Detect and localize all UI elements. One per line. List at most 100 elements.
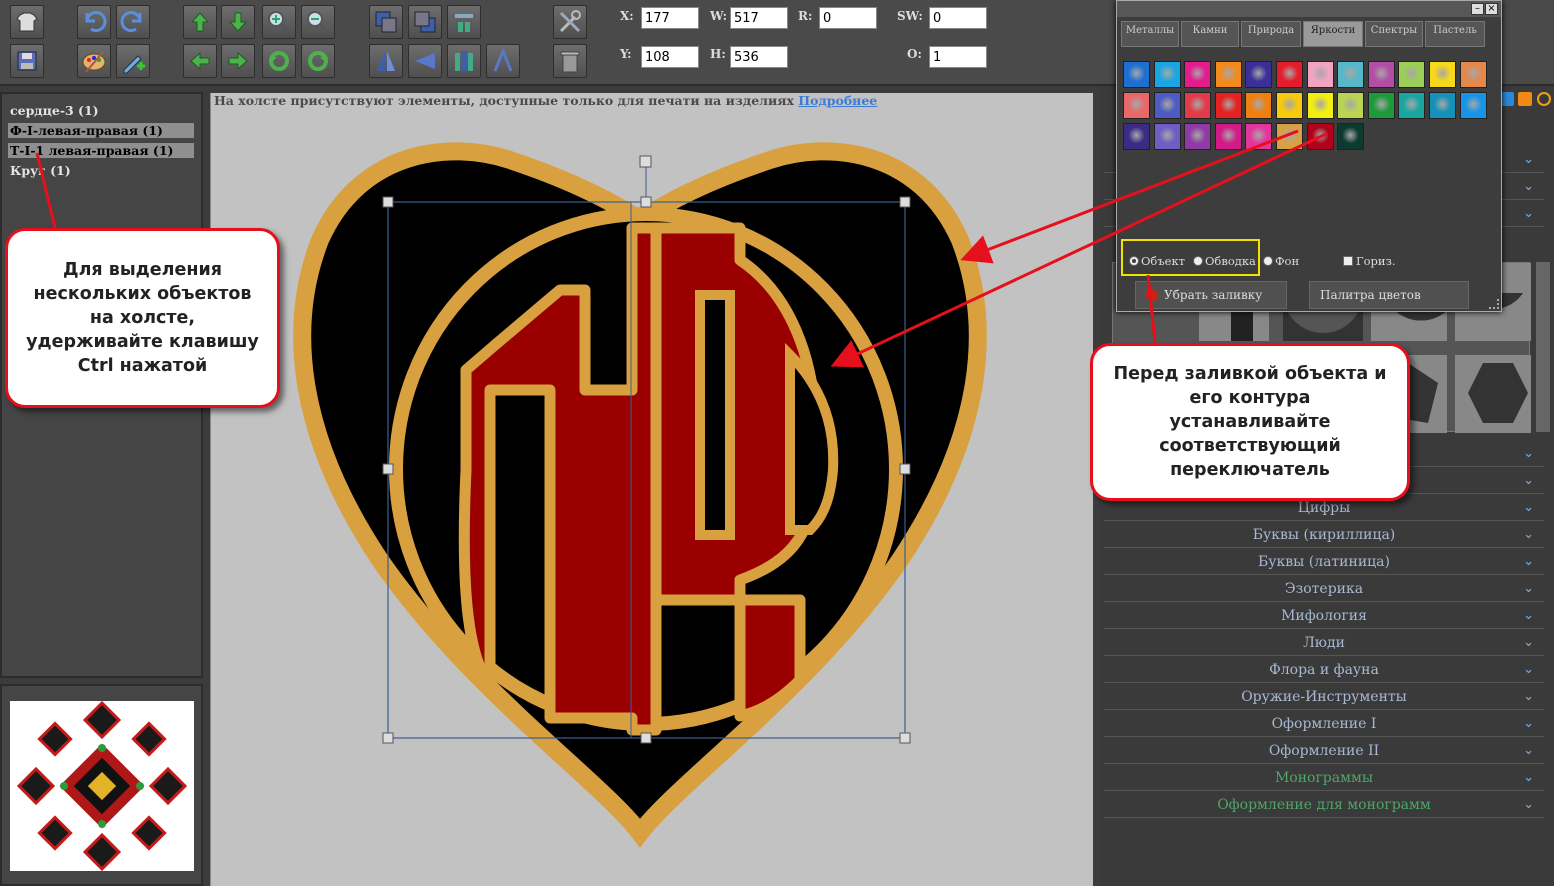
radio-background[interactable]: Фон <box>1263 254 1299 268</box>
category-people[interactable]: Люди ⌄ <box>1104 630 1544 656</box>
chevron-down-icon: ⌄ <box>1523 152 1534 167</box>
color-swatch[interactable] <box>1398 92 1426 119</box>
category-esoterics[interactable]: Эзотерика ⌄ <box>1104 576 1544 602</box>
palette-titlebar[interactable] <box>1117 1 1501 17</box>
radio-outline[interactable]: Обводка <box>1193 254 1256 268</box>
color-swatch[interactable] <box>1276 123 1303 150</box>
callout-multi-select: Для выделения нескольких объектов на хол… <box>5 228 280 408</box>
category-decor-1[interactable]: Оформление I ⌄ <box>1104 711 1544 737</box>
checkbox-horizontal[interactable]: Гориз. <box>1343 254 1396 268</box>
social-icon[interactable] <box>1500 92 1514 106</box>
category-latin[interactable]: Буквы (латиница) ⌄ <box>1104 549 1544 575</box>
resize-handle[interactable] <box>899 196 911 208</box>
color-swatch[interactable] <box>1123 61 1150 88</box>
radio-outline-label: Обводка <box>1205 254 1256 268</box>
radio-background-label: Фон <box>1275 254 1300 268</box>
chevron-down-icon: ⌄ <box>1523 206 1534 221</box>
category-monogram-decor[interactable]: Оформление для монограмм ⌄ <box>1104 792 1544 818</box>
color-palette-window: – × Металлы Камни Природа Яркости Спектр… <box>1116 0 1502 312</box>
chevron-down-icon: ⌄ <box>1523 608 1534 623</box>
resize-handle[interactable] <box>382 196 394 208</box>
color-swatch[interactable] <box>1459 61 1487 88</box>
radio-dot <box>1129 256 1139 266</box>
radio-dot <box>1193 256 1203 266</box>
color-swatch[interactable] <box>1306 123 1334 150</box>
color-swatch[interactable] <box>1184 123 1212 150</box>
color-swatch[interactable] <box>1367 61 1395 88</box>
color-swatch[interactable] <box>1153 61 1181 88</box>
color-swatch[interactable] <box>1214 123 1242 150</box>
category-label: Оружие-Инструменты <box>1241 689 1407 705</box>
category-label: Оформление для монограмм <box>1217 797 1431 813</box>
resize-handle[interactable] <box>899 732 911 744</box>
category-label: Мифология <box>1281 608 1367 624</box>
category-cyrillic[interactable]: Буквы (кириллица) ⌄ <box>1104 522 1544 548</box>
scrollbar[interactable] <box>1536 262 1550 432</box>
color-swatch[interactable] <box>1245 92 1273 119</box>
color-swatch[interactable] <box>1245 61 1273 88</box>
resize-handle[interactable] <box>639 155 652 168</box>
chevron-down-icon: ⌄ <box>1523 716 1534 731</box>
chevron-down-icon: ⌄ <box>1523 473 1534 488</box>
category-label: Люди <box>1303 635 1345 651</box>
color-swatch[interactable] <box>1245 123 1273 150</box>
color-swatch[interactable] <box>1123 123 1150 150</box>
resize-grip-icon[interactable] <box>1489 299 1499 309</box>
color-swatch[interactable] <box>1306 61 1334 88</box>
color-swatch[interactable] <box>1276 92 1303 119</box>
color-swatch[interactable] <box>1306 92 1334 119</box>
color-swatch[interactable] <box>1276 61 1303 88</box>
color-swatch[interactable] <box>1184 92 1212 119</box>
resize-handle[interactable] <box>640 732 652 744</box>
chevron-down-icon: ⌄ <box>1523 527 1534 542</box>
social-icon[interactable] <box>1537 92 1551 106</box>
chevron-down-icon: ⌄ <box>1523 689 1534 704</box>
category-label: Монограммы <box>1274 770 1374 786</box>
color-palette-button[interactable]: Палитра цветов <box>1309 281 1469 309</box>
category-mythology[interactable]: Мифология ⌄ <box>1104 603 1544 629</box>
social-icon[interactable] <box>1518 92 1532 106</box>
minimize-icon[interactable]: – <box>1471 3 1484 15</box>
chevron-down-icon: ⌄ <box>1523 446 1534 461</box>
category-monograms[interactable]: Монограммы ⌄ <box>1104 765 1544 791</box>
remove-fill-button[interactable]: Убрать заливку <box>1135 281 1287 309</box>
close-icon[interactable]: × <box>1485 3 1498 15</box>
category-decor-2[interactable]: Оформление II ⌄ <box>1104 738 1544 764</box>
category-label: Цифры <box>1297 500 1351 516</box>
tab-stones[interactable]: Камни <box>1181 21 1239 47</box>
remove-fill-label: Убрать заливку <box>1164 288 1263 302</box>
tab-brightness[interactable]: Яркости <box>1303 21 1363 47</box>
tab-pastel[interactable]: Пастель <box>1425 21 1485 47</box>
chevron-down-icon: ⌄ <box>1523 581 1534 596</box>
color-swatch[interactable] <box>1153 92 1181 119</box>
callout-fill-switch: Перед заливкой объекта и его контура уст… <box>1090 343 1410 501</box>
tab-spectra[interactable]: Спектры <box>1365 21 1423 47</box>
color-swatch[interactable] <box>1214 92 1242 119</box>
color-swatch[interactable] <box>1153 123 1181 150</box>
color-swatch[interactable] <box>1337 92 1365 119</box>
radio-object-label: Объект <box>1141 254 1186 268</box>
tab-nature[interactable]: Природа <box>1241 21 1301 47</box>
tab-metals[interactable]: Металлы <box>1121 21 1179 47</box>
chevron-down-icon: ⌄ <box>1523 797 1534 812</box>
resize-handle[interactable] <box>899 463 911 475</box>
color-swatch[interactable] <box>1398 61 1426 88</box>
color-swatch[interactable] <box>1459 92 1487 119</box>
radio-object[interactable]: Объект <box>1129 254 1185 268</box>
category-label: Оформление II <box>1268 743 1380 759</box>
color-swatch[interactable] <box>1429 92 1456 119</box>
category-flora-fauna[interactable]: Флора и фауна ⌄ <box>1104 657 1544 683</box>
no-fill-icon <box>1146 289 1158 301</box>
color-swatch[interactable] <box>1184 61 1212 88</box>
color-swatch[interactable] <box>1214 61 1242 88</box>
color-swatch[interactable] <box>1337 61 1365 88</box>
color-swatch[interactable] <box>1367 92 1395 119</box>
resize-handle[interactable] <box>640 196 652 208</box>
resize-handle[interactable] <box>382 463 394 475</box>
chevron-down-icon: ⌄ <box>1523 179 1534 194</box>
category-weapons-tools[interactable]: Оружие-Инструменты ⌄ <box>1104 684 1544 710</box>
color-swatch[interactable] <box>1337 123 1365 150</box>
color-swatch[interactable] <box>1123 92 1150 119</box>
resize-handle[interactable] <box>382 732 394 744</box>
color-swatch[interactable] <box>1429 61 1456 88</box>
